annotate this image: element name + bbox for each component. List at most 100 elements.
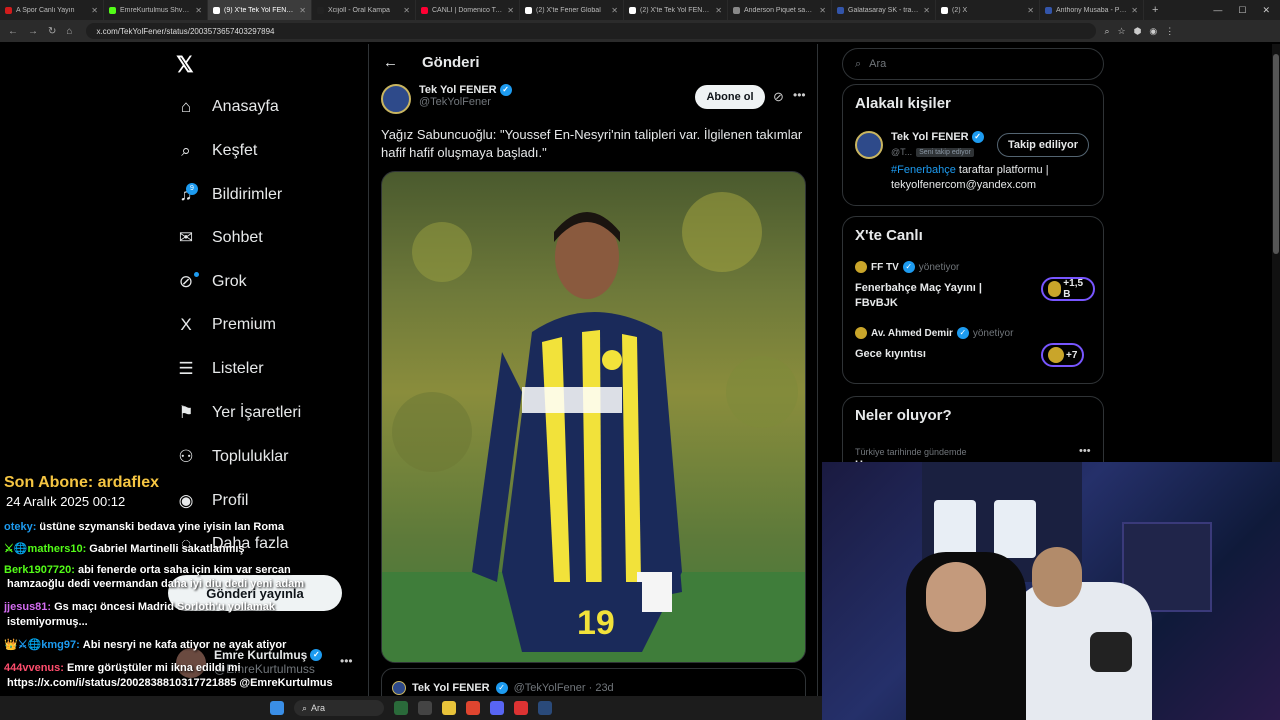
listener-count[interactable]: +1,5 B [1041,277,1095,301]
hashtag-link[interactable]: #Fenerbahçe [891,164,956,176]
listener-count[interactable]: +7 [1041,343,1085,367]
live-item[interactable]: Av. Ahmed Demir ✓ yönetiyor Gece kıyıntısı +… [855,327,1095,367]
tab-favicon [5,6,12,14]
search-input[interactable]: ⌕ Ara [842,48,1104,80]
post-author[interactable]: Tek Yol FENER ✓ @TekYolFener [381,84,512,114]
file-explorer-icon[interactable] [442,701,456,715]
new-tab-icon[interactable]: + [1144,4,1166,16]
taskbar-search[interactable]: ⌕ Ara [294,700,384,716]
close-tab-icon[interactable]: ✕ [403,6,410,15]
zoom-icon[interactable]: ⌕ [1104,26,1109,37]
tab-label: (9) X'te Tek Yol FENER [224,6,296,14]
forward-icon[interactable]: → [28,26,38,37]
live-host: FF TV [871,261,899,273]
close-tab-icon[interactable]: ✕ [1131,6,1138,15]
browser-tab[interactable]: (9) X'te Tek Yol FENER ✕ [208,0,312,20]
sidebar-item[interactable]: ⌂ Anasayfa [176,97,279,117]
quoted-handle: @TekYolFener · 23d [513,682,614,694]
sidebar-item[interactable]: ⚑ Yer İşaretleri [176,403,301,423]
close-tab-icon[interactable]: ✕ [91,6,98,15]
search-placeholder: Ara [869,58,887,70]
tab-label: Anthony Musaba - Profile [1056,6,1128,14]
close-window-icon[interactable]: ✕ [1262,5,1270,16]
profile-icon[interactable]: ◉ [1149,26,1157,37]
close-tab-icon[interactable]: ✕ [195,6,202,15]
sidebar-item[interactable]: ☰ Listeler [176,359,264,379]
scrollbar-thumb[interactable] [1273,54,1279,254]
browser-tab[interactable]: A Spor Canlı Yayın ✕ [0,0,104,20]
tab-favicon [1045,6,1052,14]
windows-start-icon[interactable] [270,701,284,715]
close-tab-icon[interactable]: ✕ [611,6,618,15]
widgets-icon[interactable] [394,701,408,715]
maximize-icon[interactable]: ☐ [1238,5,1246,16]
browser-tab[interactable]: (2) X'te Fener Global ✕ [520,0,624,20]
more-icon[interactable]: ••• [340,654,353,668]
back-arrow-icon[interactable]: ← [383,54,398,71]
sidebar-item[interactable]: ◉ Profil [176,491,249,511]
more-icon[interactable]: ••• [1079,445,1091,457]
back-icon[interactable]: ← [8,26,18,37]
grok-icon[interactable]: ⊘ [773,89,784,105]
sidebar-item[interactable]: ⊘ Grok [176,272,247,292]
steam-icon[interactable] [538,701,552,715]
chat-text: hamzaoğlu dedi veermandan daha iyi diu d… [7,578,305,590]
home-icon[interactable]: ⌂ [66,26,72,37]
chat-text: Emre görüştüler mi ikna edildi mi [66,662,241,674]
author-name[interactable]: Tek Yol FENER [419,84,497,96]
sidebar-item[interactable]: X Premium [176,315,276,335]
tab-favicon [837,6,844,14]
browser-tab[interactable]: CANLI | Domenico Tedesco ✕ [416,0,520,20]
task-view-icon[interactable] [418,701,432,715]
close-tab-icon[interactable]: ✕ [923,6,930,15]
sidebar-item-label: Listeler [212,360,264,377]
browser-tab[interactable]: Xcijoll - Oral Kampa ✕ [312,0,416,20]
more-icon[interactable]: ••• [793,88,806,102]
nav-icon: ⚑ [178,403,194,422]
nav-icon: ☰ [178,359,194,378]
sidebar-item[interactable]: ⚇ Topluluklar [176,447,288,467]
chat-message: Berk1907720: abi fenerde orta saha için k… [4,564,291,576]
nav-icon: ⌂ [180,97,192,116]
chrome-icon[interactable] [466,701,480,715]
related-handle[interactable]: @T... [891,147,912,157]
browser-tab[interactable]: Anthony Musaba - Profile ✕ [1040,0,1144,20]
close-tab-icon[interactable]: ✕ [299,6,306,15]
star-icon[interactable]: ☆ [1117,26,1125,37]
reload-icon[interactable]: ↻ [48,26,56,37]
sidebar-item[interactable]: ✉ Sohbet [176,228,263,248]
close-tab-icon[interactable]: ✕ [507,6,514,15]
close-tab-icon[interactable]: ✕ [819,6,826,15]
author-handle[interactable]: @TekYolFener [419,96,512,108]
related-name[interactable]: Tek Yol FENER [891,131,969,143]
chat-message: https://x.com/i/status/20028388103177218… [4,677,333,689]
tab-favicon [109,6,116,14]
chat-username: oteky: [4,521,37,533]
minimize-icon[interactable]: — [1213,5,1222,16]
sidebar-item[interactable]: ⌕ Keşfet [176,141,257,161]
browser-tab[interactable]: (2) X'te Tek Yol FENER ✕ [624,0,728,20]
related-avatar[interactable] [855,131,883,159]
discord-icon[interactable] [490,701,504,715]
subscribe-button[interactable]: Abone ol [695,85,765,109]
nav-icon: X [180,315,192,334]
post-photo[interactable]: 19 [381,171,806,663]
browser-tab[interactable]: Galatasaray SK - transfer ✕ [832,0,936,20]
extension-icon[interactable]: ⬢ [1134,26,1142,37]
author-avatar[interactable] [381,84,411,114]
browser-tab[interactable]: Anderson Piquet saatleri ✕ [728,0,832,20]
browser-tab[interactable]: EmreKurtulmus Shvanni ✕ [104,0,208,20]
chat-message: 444vvenus: Emre görüştüler mi ikna edildi… [4,662,241,674]
following-button[interactable]: Takip ediliyor [997,133,1089,157]
close-tab-icon[interactable]: ✕ [1027,6,1034,15]
browser-tab[interactable]: (2) X ✕ [936,0,1040,20]
scrollbar[interactable] [1272,44,1280,464]
obs-icon[interactable] [514,701,528,715]
sidebar-item-label: Bildirimler [212,186,283,203]
close-tab-icon[interactable]: ✕ [715,6,722,15]
url-field[interactable]: x.com/TekYolFener/status/200357365740329… [86,23,1097,39]
live-item[interactable]: FF TV ✓ yönetiyor Fenerbahçe Maç Yayını | F… [855,261,1095,311]
menu-icon[interactable]: ⋮ [1165,26,1174,37]
x-logo[interactable]: 𝕏 [176,52,194,78]
verified-icon: ✓ [956,327,969,339]
